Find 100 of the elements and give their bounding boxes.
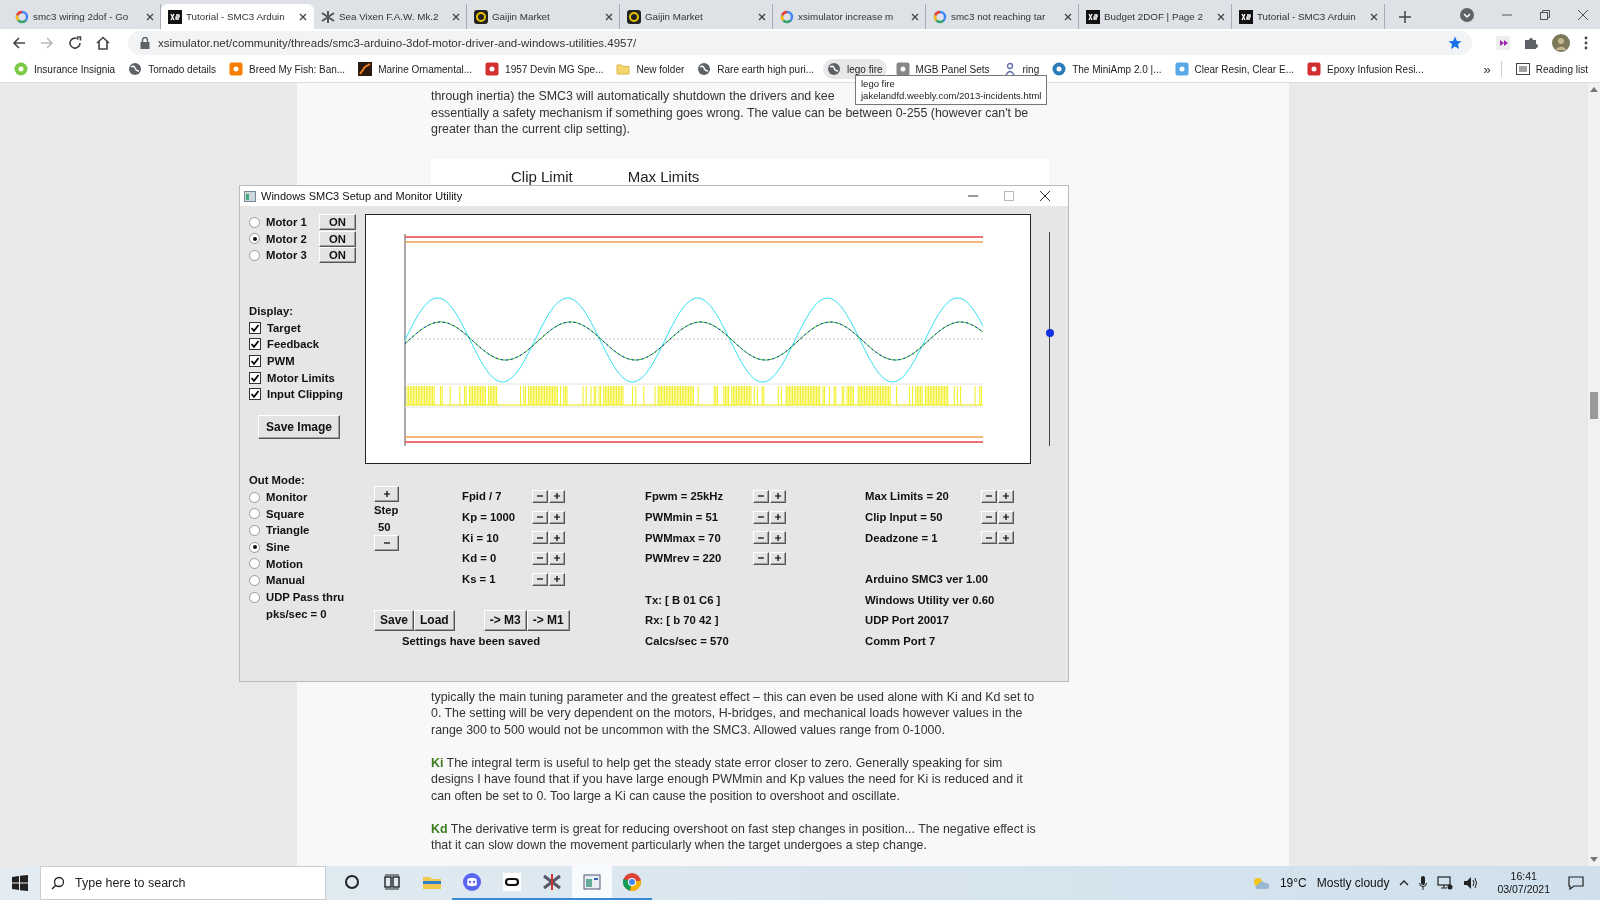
plus-button[interactable]	[770, 489, 786, 503]
address-bar[interactable]: xsimulator.net/community/threads/smc3-arduino-3dof-motor-driver-and-windows-utilities.4957/	[128, 30, 1472, 55]
extension-icon[interactable]	[1496, 35, 1510, 50]
restore-icon[interactable]	[1540, 9, 1550, 20]
close-icon[interactable]	[1064, 12, 1072, 21]
close-icon[interactable]	[605, 12, 613, 21]
bookmark[interactable]: Insurance Insignia	[10, 59, 120, 80]
plus-button[interactable]	[374, 486, 399, 502]
clock-date[interactable]: 03/07/2021	[1497, 883, 1550, 896]
search-field[interactable]: Type here to search	[40, 866, 326, 900]
close-icon[interactable]	[146, 12, 154, 21]
plus-button[interactable]	[770, 510, 786, 524]
close-icon[interactable]	[758, 12, 766, 21]
radio-button[interactable]	[249, 249, 260, 261]
more-bookmarks[interactable]: »	[1483, 61, 1491, 77]
close-icon[interactable]	[1217, 12, 1225, 21]
clock-time[interactable]: 16:41	[1510, 870, 1537, 883]
minus-button[interactable]	[981, 531, 997, 545]
plus-button[interactable]	[549, 489, 565, 503]
browser-tab[interactable]: Tutorial - SMC3 Arduin	[161, 4, 314, 29]
temperature[interactable]: 19°C	[1279, 876, 1307, 890]
minus-button[interactable]	[981, 510, 997, 524]
radio-button[interactable]	[249, 558, 260, 570]
back-icon[interactable]	[12, 35, 26, 50]
plus-button[interactable]	[770, 531, 786, 545]
plus-button[interactable]	[998, 531, 1014, 545]
plus-button[interactable]	[549, 572, 565, 586]
on-button[interactable]: ON	[319, 247, 356, 264]
plus-button[interactable]	[770, 551, 786, 565]
plus-button[interactable]	[998, 489, 1014, 503]
plus-button[interactable]	[549, 531, 565, 545]
puzzle-icon[interactable]	[1524, 35, 1538, 50]
scrollbar-thumb[interactable]	[1590, 392, 1598, 419]
radio-button[interactable]	[249, 216, 260, 228]
bookmark[interactable]: ring	[998, 59, 1044, 80]
minus-button[interactable]	[753, 531, 769, 545]
dropdown-icon[interactable]	[1460, 7, 1474, 22]
save-image-button[interactable]: Save Image	[258, 414, 340, 439]
minus-button[interactable]	[532, 572, 548, 586]
weather-text[interactable]: Mostly cloudy	[1316, 876, 1390, 890]
checkbox[interactable]	[249, 371, 261, 384]
checkbox[interactable]	[249, 321, 261, 334]
load-button[interactable]: Load	[414, 609, 455, 631]
on-button[interactable]: ON	[319, 214, 356, 231]
menu-icon[interactable]	[1584, 35, 1588, 50]
close-icon[interactable]	[911, 12, 919, 21]
copy-to-m1-button[interactable]: -> M1	[526, 609, 570, 631]
bookmark[interactable]: Clear Resin, Clear E...	[1170, 59, 1298, 80]
notifications-icon[interactable]	[1568, 876, 1584, 890]
plus-button[interactable]	[549, 510, 565, 524]
checkbox[interactable]	[249, 388, 261, 401]
reading-list[interactable]: Reading list	[1511, 60, 1592, 79]
minus-button[interactable]	[753, 551, 769, 565]
home-icon[interactable]	[96, 35, 110, 50]
radio-button[interactable]	[249, 574, 260, 586]
checkbox[interactable]	[249, 354, 261, 367]
speaker-icon[interactable]	[1463, 876, 1480, 890]
avatar-icon[interactable]	[1552, 33, 1570, 52]
close-icon[interactable]	[1578, 9, 1588, 20]
radio-button[interactable]	[249, 508, 260, 520]
network-icon[interactable]	[1437, 876, 1454, 890]
bookmark[interactable]: MGB Panel Sets	[891, 59, 994, 80]
minus-button[interactable]	[981, 489, 997, 503]
bookmark[interactable]: New folder	[612, 59, 689, 80]
microphone-icon[interactable]	[1419, 876, 1428, 890]
minus-button[interactable]	[753, 510, 769, 524]
start-icon[interactable]	[12, 875, 28, 891]
bookmark[interactable]: 1957 Devin MG Spe...	[481, 59, 608, 80]
scroll-down-icon[interactable]	[1590, 857, 1598, 862]
star-icon[interactable]	[1448, 35, 1462, 50]
minus-button[interactable]	[532, 510, 548, 524]
bookmark[interactable]: Breed My Fish: Ban...	[225, 59, 350, 80]
slider-thumb[interactable]	[1045, 328, 1054, 337]
close-icon[interactable]	[299, 12, 307, 21]
bookmark[interactable]: Marine Ornamental...	[354, 59, 477, 80]
radio-button[interactable]	[249, 591, 260, 603]
minus-button[interactable]	[753, 489, 769, 503]
checkbox[interactable]	[249, 338, 261, 351]
minus-button[interactable]	[532, 489, 548, 503]
close-icon[interactable]	[1040, 191, 1050, 201]
reload-icon[interactable]	[68, 35, 82, 50]
on-button[interactable]: ON	[319, 230, 356, 247]
bookmark[interactable]: The MiniAmp 2.0 |...	[1048, 59, 1166, 80]
chevron-up-icon[interactable]	[1399, 880, 1410, 886]
bookmark[interactable]: Tornado details	[124, 59, 220, 80]
bookmark[interactable]: Rare earth high puri...	[693, 59, 818, 80]
radio-button[interactable]	[249, 233, 260, 245]
close-icon[interactable]	[452, 12, 460, 21]
plus-button[interactable]	[998, 510, 1014, 524]
copy-to-m3-button[interactable]: -> M3	[483, 609, 527, 631]
bookmark[interactable]: Epoxy Infusion Resi...	[1303, 59, 1428, 80]
close-icon[interactable]	[1370, 12, 1378, 21]
minus-button[interactable]	[532, 531, 548, 545]
bookmark[interactable]: lego fire	[823, 59, 887, 80]
scrollbar[interactable]	[1588, 83, 1600, 866]
radio-button[interactable]	[249, 524, 260, 536]
scroll-up-icon[interactable]	[1590, 87, 1598, 92]
plus-icon[interactable]	[1399, 11, 1411, 23]
radio-button[interactable]	[249, 491, 260, 503]
minus-button[interactable]	[532, 551, 548, 565]
